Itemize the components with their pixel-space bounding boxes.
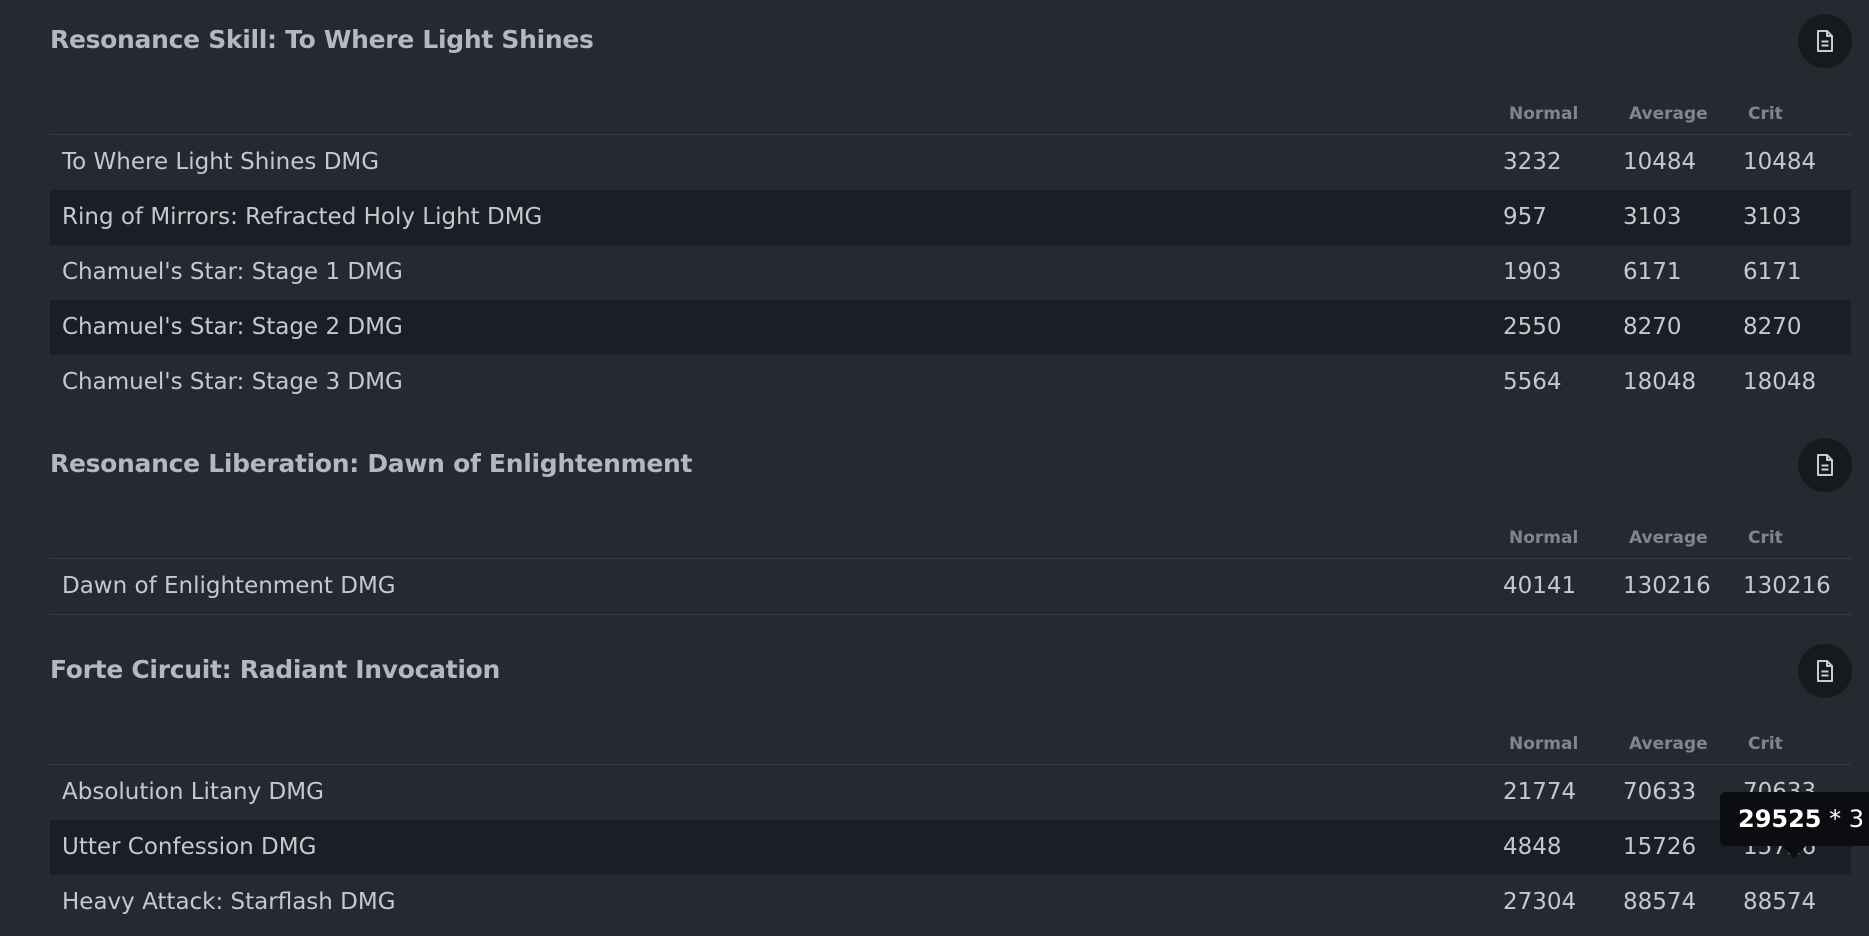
table-row: Absolution Litany DMG 21774 70633 70633 — [50, 765, 1851, 820]
row-normal-value[interactable]: 4848 — [1503, 820, 1562, 875]
row-name: Dawn of Enlightenment DMG — [62, 573, 396, 599]
row-average-value[interactable]: 10484 — [1623, 135, 1696, 190]
document-icon — [1814, 29, 1836, 53]
damage-table: Dawn of Enlightenment DMG 40141 130216 1… — [50, 559, 1851, 615]
row-average-value[interactable]: 15726 — [1623, 820, 1696, 875]
row-name: Absolution Litany DMG — [62, 779, 324, 805]
row-average-value[interactable]: 88574 — [1623, 875, 1696, 930]
row-normal-value[interactable]: 3232 — [1503, 135, 1562, 190]
row-average-value[interactable]: 3103 — [1623, 190, 1682, 245]
column-header-average: Average — [1629, 528, 1708, 548]
row-crit-value[interactable]: 8270 — [1743, 300, 1802, 355]
document-button[interactable] — [1798, 438, 1852, 492]
section-title: Resonance Skill: To Where Light Shines — [50, 25, 594, 54]
row-average-value[interactable]: 8270 — [1623, 300, 1682, 355]
table-row: Dawn of Enlightenment DMG 40141 130216 1… — [50, 559, 1851, 615]
row-crit-value[interactable]: 10484 — [1743, 135, 1816, 190]
table-row: Chamuel's Star: Stage 3 DMG 5564 18048 1… — [50, 355, 1851, 410]
document-button[interactable] — [1798, 14, 1852, 68]
row-crit-value[interactable]: 3103 — [1743, 190, 1802, 245]
row-average-value[interactable]: 6171 — [1623, 245, 1682, 300]
row-crit-value[interactable]: 88574 — [1743, 875, 1816, 930]
row-normal-value[interactable]: 957 — [1503, 190, 1547, 245]
row-name: Heavy Attack: Starflash DMG — [62, 889, 396, 915]
column-header-normal: Normal — [1509, 734, 1579, 754]
document-button[interactable] — [1798, 644, 1852, 698]
column-header-normal: Normal — [1509, 104, 1579, 124]
table-row: Ring of Mirrors: Refracted Holy Light DM… — [50, 190, 1851, 245]
tooltip-multiplier: * 3 — [1821, 805, 1865, 833]
row-name: Ring of Mirrors: Refracted Holy Light DM… — [62, 204, 543, 230]
row-normal-value[interactable]: 2550 — [1503, 300, 1562, 355]
damage-table: Absolution Litany DMG 21774 70633 70633 … — [50, 765, 1851, 930]
column-headers: Normal Average Crit — [50, 720, 1851, 765]
column-header-crit: Crit — [1748, 528, 1783, 548]
damage-table: To Where Light Shines DMG 3232 10484 104… — [50, 135, 1851, 410]
document-icon — [1814, 453, 1836, 477]
row-normal-value[interactable]: 1903 — [1503, 245, 1562, 300]
tooltip-arrow — [1782, 846, 1806, 858]
table-row: Heavy Attack: Starflash DMG 27304 88574 … — [50, 875, 1851, 930]
row-normal-value[interactable]: 40141 — [1503, 559, 1576, 614]
row-normal-value[interactable]: 21774 — [1503, 765, 1576, 820]
damage-calculator-page: Resonance Skill: To Where Light Shines N… — [0, 0, 1869, 936]
table-row: Chamuel's Star: Stage 1 DMG 1903 6171 61… — [50, 245, 1851, 300]
column-header-crit: Crit — [1748, 734, 1783, 754]
column-header-average: Average — [1629, 734, 1708, 754]
value-tooltip: 29525 * 3 — [1720, 792, 1869, 846]
row-average-value[interactable]: 70633 — [1623, 765, 1696, 820]
row-average-value[interactable]: 18048 — [1623, 355, 1696, 410]
row-name: Chamuel's Star: Stage 2 DMG — [62, 314, 403, 340]
row-crit-value[interactable]: 6171 — [1743, 245, 1802, 300]
column-header-crit: Crit — [1748, 104, 1783, 124]
column-headers: Normal Average Crit — [50, 90, 1851, 135]
column-headers: Normal Average Crit — [50, 514, 1851, 559]
tooltip-value: 29525 — [1738, 805, 1822, 833]
column-header-average: Average — [1629, 104, 1708, 124]
row-crit-value[interactable]: 130216 — [1743, 559, 1831, 614]
row-average-value[interactable]: 130216 — [1623, 559, 1711, 614]
row-crit-value[interactable]: 18048 — [1743, 355, 1816, 410]
table-row: Utter Confession DMG 4848 15726 15726 — [50, 820, 1851, 875]
row-normal-value[interactable]: 5564 — [1503, 355, 1562, 410]
row-normal-value[interactable]: 27304 — [1503, 875, 1576, 930]
row-name: Utter Confession DMG — [62, 834, 317, 860]
column-header-normal: Normal — [1509, 528, 1579, 548]
document-icon — [1814, 659, 1836, 683]
table-row: Chamuel's Star: Stage 2 DMG 2550 8270 82… — [50, 300, 1851, 355]
row-name: Chamuel's Star: Stage 3 DMG — [62, 369, 403, 395]
section-title: Forte Circuit: Radiant Invocation — [50, 655, 501, 684]
row-name: To Where Light Shines DMG — [62, 149, 380, 175]
row-name: Chamuel's Star: Stage 1 DMG — [62, 259, 403, 285]
section-title: Resonance Liberation: Dawn of Enlightenm… — [50, 449, 693, 478]
table-row: To Where Light Shines DMG 3232 10484 104… — [50, 135, 1851, 190]
